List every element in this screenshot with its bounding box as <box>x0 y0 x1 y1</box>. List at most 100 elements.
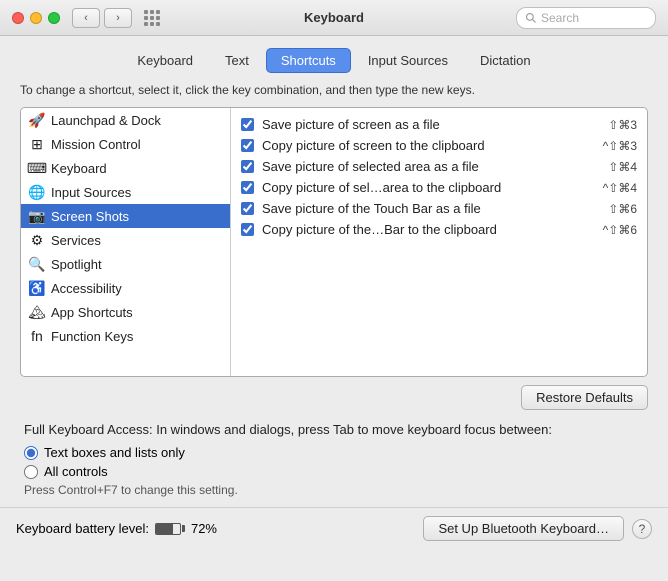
shortcut-label-save-screen-file: Save picture of screen as a file <box>262 117 600 132</box>
sidebar-item-launchpad[interactable]: 🚀 Launchpad & Dock <box>21 108 230 132</box>
mission-control-label: Mission Control <box>51 137 141 152</box>
function-keys-label: Function Keys <box>51 329 133 344</box>
shortcut-label-save-area-file: Save picture of selected area as a file <box>262 159 600 174</box>
sidebar-item-input-sources[interactable]: 🌐 Input Sources <box>21 180 230 204</box>
accessibility-label: Accessibility <box>51 281 122 296</box>
shortcut-checkbox-copy-touchbar-clipboard[interactable] <box>241 223 254 236</box>
sidebar-item-accessibility[interactable]: ♿ Accessibility <box>21 276 230 300</box>
shortcut-keys-save-screen-file: ⇧⌘3 <box>608 118 637 132</box>
input-sources-icon: 🌐 <box>29 184 45 200</box>
battery-body <box>155 523 181 535</box>
battery-tip <box>182 525 185 532</box>
tab-dictation[interactable]: Dictation <box>465 48 546 73</box>
sidebar-item-services[interactable]: ⚙ Services <box>21 228 230 252</box>
launchpad-label: Launchpad & Dock <box>51 113 161 128</box>
footer-right: Set Up Bluetooth Keyboard… ? <box>423 516 652 541</box>
shortcut-row-copy-screen-clipboard: Copy picture of screen to the clipboard ^… <box>231 135 647 156</box>
bluetooth-button[interactable]: Set Up Bluetooth Keyboard… <box>423 516 624 541</box>
full-keyboard-access-section: Full Keyboard Access: In windows and dia… <box>20 422 648 497</box>
shortcut-row-save-touchbar-file: Save picture of the Touch Bar as a file ⇧… <box>231 198 647 219</box>
nav-buttons: ‹ › <box>72 8 132 28</box>
tab-shortcuts[interactable]: Shortcuts <box>266 48 351 73</box>
battery-section: Keyboard battery level: 72% <box>16 521 217 536</box>
main-content: KeyboardTextShortcutsInput SourcesDictat… <box>0 36 668 497</box>
right-panel: Save picture of screen as a file ⇧⌘3 Copy … <box>231 108 647 376</box>
shortcut-checkbox-save-area-file[interactable] <box>241 160 254 173</box>
shortcut-label-copy-screen-clipboard: Copy picture of screen to the clipboard <box>262 138 595 153</box>
battery-fill <box>156 524 173 534</box>
left-panel: 🚀 Launchpad & Dock ⊞ Mission Control ⌨ Keyboa… <box>21 108 231 376</box>
services-icon: ⚙ <box>29 232 45 248</box>
tab-text[interactable]: Text <box>210 48 264 73</box>
grid-button[interactable] <box>144 10 160 26</box>
shortcut-label-copy-area-clipboard: Copy picture of sel…area to the clipboar… <box>262 180 595 195</box>
input-sources-label: Input Sources <box>51 185 131 200</box>
shortcut-row-save-screen-file: Save picture of screen as a file ⇧⌘3 <box>231 114 647 135</box>
battery-icon <box>155 523 185 535</box>
search-box[interactable]: Search <box>516 7 656 29</box>
shortcut-label-copy-touchbar-clipboard: Copy picture of the…Bar to the clipboard <box>262 222 595 237</box>
spotlight-icon: 🔍 <box>29 256 45 272</box>
screen-shots-icon: 📷 <box>29 208 45 224</box>
radio-all-controls-label: All controls <box>44 464 108 479</box>
sidebar-item-keyboard[interactable]: ⌨ Keyboard <box>21 156 230 180</box>
traffic-lights <box>12 12 60 24</box>
search-placeholder: Search <box>541 11 579 25</box>
sidebar-item-mission-control[interactable]: ⊞ Mission Control <box>21 132 230 156</box>
launchpad-icon: 🚀 <box>29 112 45 128</box>
radio-all-controls: All controls <box>24 464 644 479</box>
shortcut-row-copy-touchbar-clipboard: Copy picture of the…Bar to the clipboard… <box>231 219 647 240</box>
shortcut-keys-copy-screen-clipboard: ^⇧⌘3 <box>603 139 637 153</box>
services-label: Services <box>51 233 101 248</box>
grid-icon <box>144 10 160 26</box>
accessibility-icon: ♿ <box>29 280 45 296</box>
close-button[interactable] <box>12 12 24 24</box>
battery-label: Keyboard battery level: <box>16 521 149 536</box>
shortcut-keys-copy-touchbar-clipboard: ^⇧⌘6 <box>603 223 637 237</box>
shortcut-row-copy-area-clipboard: Copy picture of sel…area to the clipboar… <box>231 177 647 198</box>
minimize-button[interactable] <box>30 12 42 24</box>
shortcut-row-save-area-file: Save picture of selected area as a file ⇧… <box>231 156 647 177</box>
battery-percent: 72% <box>191 521 217 536</box>
app-shortcuts-icon: 🏔 <box>29 304 45 320</box>
radio-all-controls-input[interactable] <box>24 465 38 479</box>
restore-row: Restore Defaults <box>20 385 648 410</box>
sidebar-item-screen-shots[interactable]: 📷 Screen Shots <box>21 204 230 228</box>
tab-keyboard[interactable]: Keyboard <box>122 48 208 73</box>
shortcut-checkbox-save-touchbar-file[interactable] <box>241 202 254 215</box>
radio-text-boxes-label: Text boxes and lists only <box>44 445 185 460</box>
app-shortcuts-label: App Shortcuts <box>51 305 133 320</box>
window-title: Keyboard <box>304 10 364 25</box>
shortcut-checkbox-save-screen-file[interactable] <box>241 118 254 131</box>
title-bar: ‹ › Keyboard Search <box>0 0 668 36</box>
panels: 🚀 Launchpad & Dock ⊞ Mission Control ⌨ Keyboa… <box>20 107 648 377</box>
tab-input-sources[interactable]: Input Sources <box>353 48 463 73</box>
instruction-text: To change a shortcut, select it, click t… <box>20 83 648 97</box>
keyboard-icon: ⌨ <box>29 160 45 176</box>
shortcut-keys-copy-area-clipboard: ^⇧⌘4 <box>603 181 637 195</box>
function-keys-icon: fn <box>29 328 45 344</box>
search-icon <box>525 12 537 24</box>
restore-defaults-button[interactable]: Restore Defaults <box>521 385 648 410</box>
back-button[interactable]: ‹ <box>72 8 100 28</box>
sidebar-item-spotlight[interactable]: 🔍 Spotlight <box>21 252 230 276</box>
radio-text-boxes-input[interactable] <box>24 446 38 460</box>
shortcut-checkbox-copy-area-clipboard[interactable] <box>241 181 254 194</box>
help-button[interactable]: ? <box>632 519 652 539</box>
forward-button[interactable]: › <box>104 8 132 28</box>
screen-shots-label: Screen Shots <box>51 209 129 224</box>
tab-bar: KeyboardTextShortcutsInput SourcesDictat… <box>20 48 648 73</box>
mission-control-icon: ⊞ <box>29 136 45 152</box>
shortcut-checkbox-copy-screen-clipboard[interactable] <box>241 139 254 152</box>
shortcut-keys-save-touchbar-file: ⇧⌘6 <box>608 202 637 216</box>
sidebar-item-app-shortcuts[interactable]: 🏔 App Shortcuts <box>21 300 230 324</box>
maximize-button[interactable] <box>48 12 60 24</box>
hint-text: Press Control+F7 to change this setting. <box>24 483 644 497</box>
footer: Keyboard battery level: 72% Set Up Bluet… <box>0 507 668 549</box>
shortcut-label-save-touchbar-file: Save picture of the Touch Bar as a file <box>262 201 600 216</box>
spotlight-label: Spotlight <box>51 257 102 272</box>
keyboard-label: Keyboard <box>51 161 107 176</box>
shortcut-keys-save-area-file: ⇧⌘4 <box>608 160 637 174</box>
full-access-title: Full Keyboard Access: In windows and dia… <box>24 422 644 437</box>
sidebar-item-function-keys[interactable]: fn Function Keys <box>21 324 230 348</box>
